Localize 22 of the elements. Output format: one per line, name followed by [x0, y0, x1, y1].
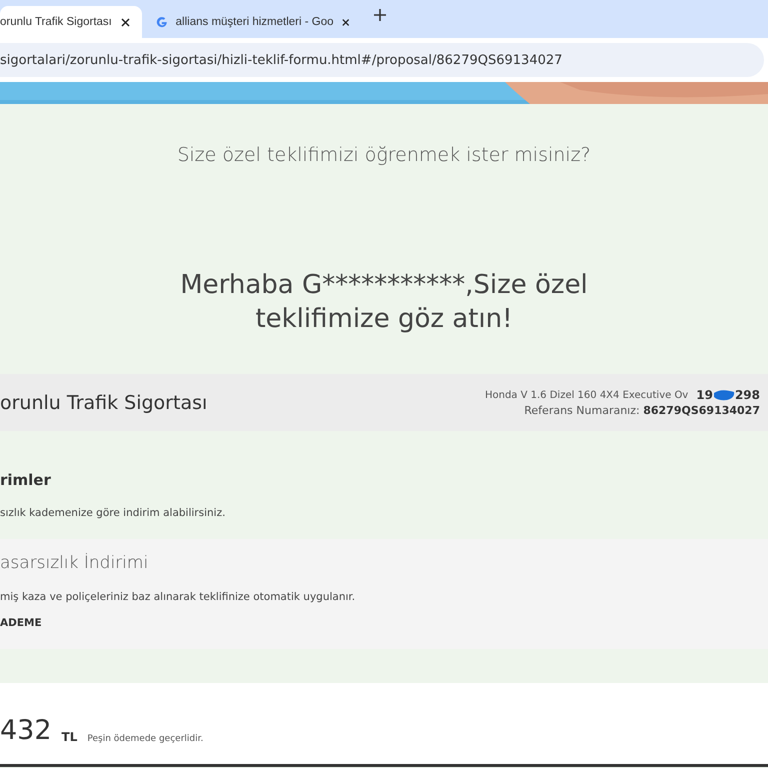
vehicle-name: Honda V 1.6 Dizel 160 4X4 Executive Ov — [484, 390, 688, 400]
currency-label: TL — [62, 730, 78, 744]
intro-heading: Size özel teklifimizi öğrenmek ister misiniz? — [176, 144, 592, 166]
product-title: orunlu Trafik Sigortası — [0, 392, 208, 414]
level-label: ADEME — [0, 617, 43, 629]
section-heading: rimler — [0, 471, 52, 489]
price-note: Peşin ödemede geçerlidir. — [87, 734, 204, 744]
address-field[interactable]: sigortalari/zorunlu-trafik-sigortasi/hizli-teklif-formu.html#/proposal/86279QS69134027 — [0, 43, 764, 77]
browser-tab[interactable]: orunlu Trafik Sigortası — [0, 6, 142, 38]
greeting-heading: Merhaba G***********,Size özel teklifimize göz atın! — [179, 269, 589, 336]
section-text: sızlık kademenize göre indirim alabilirsiniz. — [0, 507, 226, 519]
reference-number: Referans Numaranız: 86279QS69134027 — [524, 404, 760, 417]
google-icon — [156, 15, 168, 29]
discount-title: asarsızlık İndirimi — [0, 553, 150, 573]
plate-end: 298 — [734, 388, 760, 402]
redaction-mark — [712, 389, 735, 401]
close-icon[interactable] — [342, 18, 349, 26]
close-icon[interactable] — [121, 18, 130, 26]
browser-tab[interactable]: allians müşteri hizmetleri - Goo — [146, 6, 361, 38]
plate-start: 19 — [696, 388, 713, 402]
discount-text: miş kaza ve poliçeleriniz baz alınarak teklifinize otomatik uygulanır. — [0, 591, 356, 603]
price-amount: 432 — [0, 717, 52, 744]
